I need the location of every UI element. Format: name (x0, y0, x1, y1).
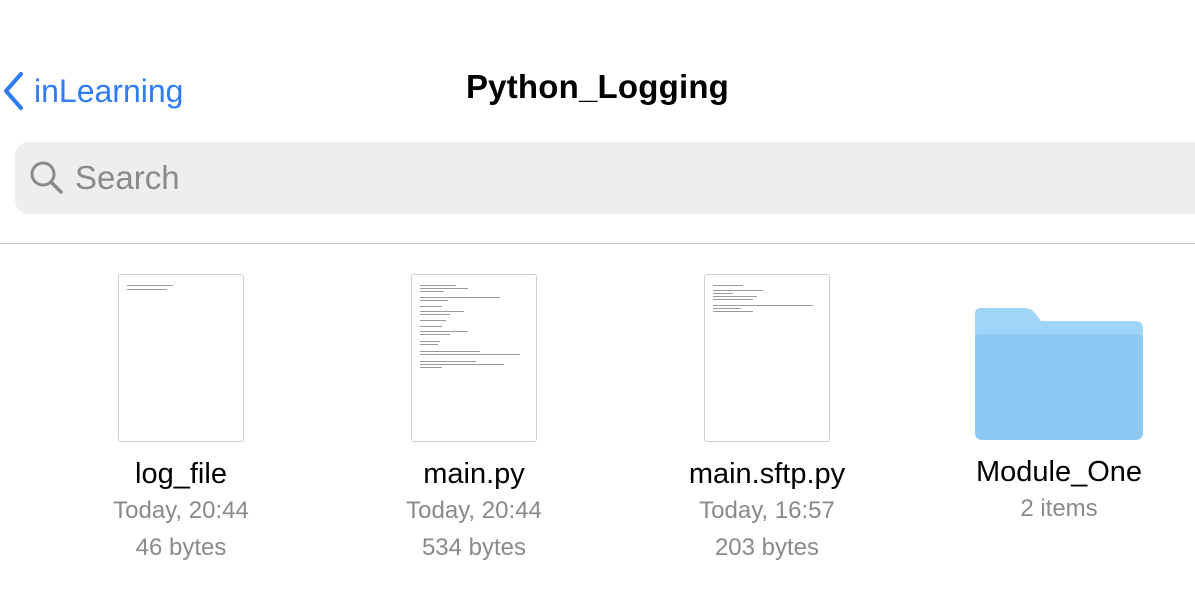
file-date: Today, 16:57 (699, 497, 835, 524)
folder-icon (975, 308, 1143, 440)
file-date: Today, 20:44 (406, 497, 542, 524)
document-thumbnail-icon (411, 274, 537, 442)
page-title: Python_Logging (465, 68, 730, 105)
file-name: main.sftp.py (688, 458, 846, 490)
file-date: Today, 20:44 (113, 497, 249, 524)
file-size: 534 bytes (421, 534, 527, 561)
folder-item-count: 2 items (1020, 495, 1098, 522)
search-icon (30, 161, 63, 194)
file-size: 203 bytes (714, 534, 820, 561)
search-input[interactable]: Search (15, 142, 1195, 214)
file-name: log_file (135, 458, 227, 490)
file-name: main.py (423, 458, 525, 490)
divider (0, 243, 1195, 244)
document-thumbnail-icon (118, 274, 244, 442)
navigation-bar: inLearning Python_Logging (0, 60, 1195, 122)
file-item-main-sftp-py[interactable]: main.sftp.py Today, 16:57 203 bytes (652, 274, 882, 566)
file-item-main-py[interactable]: main.py Today, 20:44 534 bytes (359, 274, 589, 566)
file-item-log-file[interactable]: log_file Today, 20:44 46 bytes (66, 274, 296, 566)
document-thumbnail-icon (704, 274, 830, 442)
folder-name: Module_One (975, 456, 1143, 488)
file-size: 46 bytes (135, 534, 227, 561)
folder-item-module-one[interactable]: Module_One 2 items (944, 274, 1174, 527)
search-placeholder: Search (75, 159, 180, 196)
